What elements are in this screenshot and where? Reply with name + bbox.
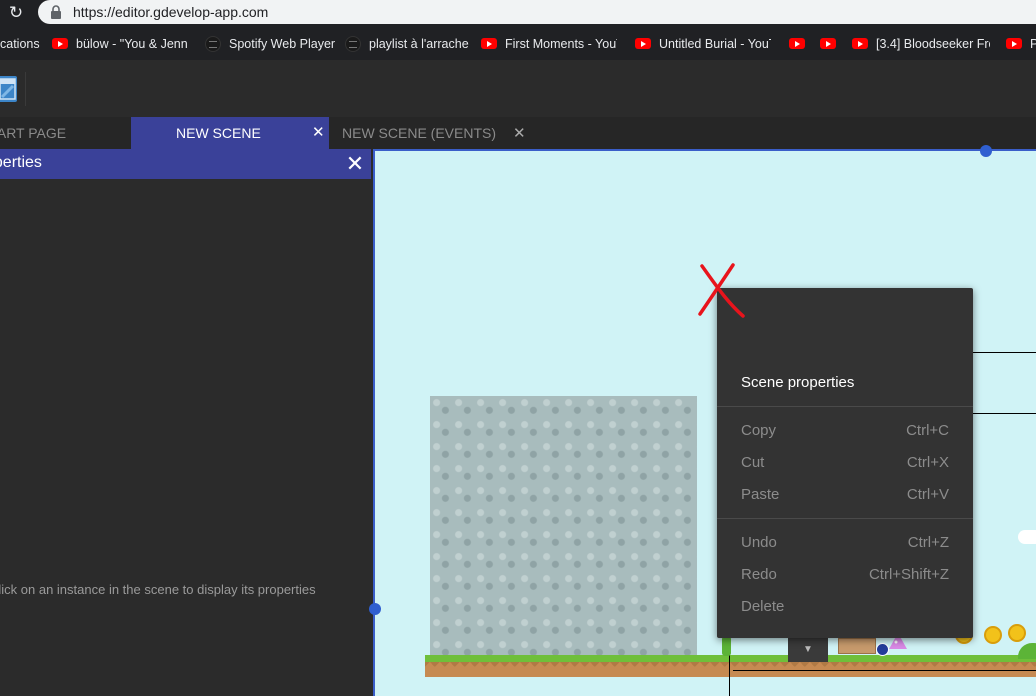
youtube-icon	[481, 38, 497, 50]
bookmark-item[interactable]: playlist à l'arrache	[345, 36, 470, 52]
properties-empty-hint: Click on an instance in the scene to dis…	[0, 582, 316, 597]
tab-start-page[interactable]: START PAGE	[0, 117, 130, 149]
bookmark-label: cations	[0, 37, 40, 51]
resize-handle[interactable]	[369, 603, 381, 615]
resize-handle[interactable]	[980, 145, 992, 157]
bookmark-item[interactable]: Spotify Web Player	[205, 36, 335, 52]
reload-icon[interactable]: ↻	[6, 3, 26, 23]
shortcut-copy: Ctrl+C	[906, 422, 949, 439]
bookmark-item[interactable]: P	[1006, 36, 1036, 52]
bookmark-item[interactable]: cations	[0, 36, 40, 52]
cactus-sprite[interactable]	[722, 636, 731, 656]
crate-sprite[interactable]	[838, 638, 876, 654]
project-manager-icon[interactable]	[0, 76, 17, 102]
menu-item-redo[interactable]: Redo	[741, 566, 777, 583]
shortcut-cut: Ctrl+X	[906, 454, 949, 471]
coin-sprite[interactable]	[984, 626, 1002, 644]
youtube-icon	[635, 38, 651, 50]
url-text: https://editor.gdevelop-app.com	[73, 4, 269, 20]
bookmark-label: P	[1030, 37, 1036, 51]
player-sprite[interactable]	[876, 643, 889, 656]
youtube-icon	[789, 38, 805, 50]
bookmark-item[interactable]: bülow - "You & Jenni	[52, 36, 188, 52]
close-icon[interactable]: ✕	[312, 117, 325, 149]
bookmark-item[interactable]: [3.4] Bloodseeker Fro	[852, 36, 990, 52]
tab-label: START PAGE	[0, 125, 67, 141]
coin-sprite[interactable]	[1008, 624, 1026, 642]
bookmark-label: playlist à l'arrache	[369, 37, 469, 51]
youtube-icon	[1006, 38, 1022, 50]
spotify-icon	[345, 36, 361, 52]
red-x-annotation-icon	[698, 263, 745, 318]
youtube-icon	[852, 38, 868, 50]
toolbar-divider	[25, 72, 26, 106]
tab-new-scene[interactable]: NEW SCENE ✕	[131, 117, 329, 149]
menu-item-copy[interactable]: Copy	[741, 422, 776, 439]
window-icon	[0, 78, 16, 100]
editor-toolbar	[0, 60, 1036, 117]
chevron-down-icon: ▼	[803, 644, 813, 655]
bookmark-item[interactable]: Untitled Burial - YouT	[635, 36, 771, 52]
menu-divider	[717, 518, 973, 519]
stone-block-sprite[interactable]	[430, 396, 697, 656]
shortcut-redo: Ctrl+Shift+Z	[868, 566, 949, 583]
tab-label: NEW SCENE	[176, 125, 261, 141]
close-icon[interactable]: ✕	[513, 118, 526, 150]
menu-item-cut[interactable]: Cut	[741, 454, 764, 471]
tab-label: NEW SCENE (EVENTS)	[342, 125, 497, 141]
menu-divider	[717, 406, 973, 407]
spotify-icon	[205, 36, 221, 52]
properties-panel-title: Properties	[0, 154, 42, 171]
youtube-icon	[52, 38, 68, 50]
menu-item-paste[interactable]: Paste	[741, 486, 779, 503]
shortcut-paste: Ctrl+V	[906, 486, 949, 503]
instance-outline	[733, 670, 1036, 671]
bookmark-label: Untitled Burial - YouT	[659, 37, 771, 51]
menu-item-scene-properties[interactable]: Scene properties	[741, 374, 854, 391]
instance-outline	[973, 413, 1036, 414]
menu-item-delete[interactable]: Delete	[741, 598, 784, 615]
bookmark-item[interactable]	[820, 36, 840, 52]
bookmark-item[interactable]	[789, 36, 809, 52]
cloud-sprite[interactable]	[1018, 530, 1036, 544]
scene-boundary-top	[375, 149, 1036, 151]
menu-item-undo[interactable]: Undo	[741, 534, 777, 551]
tab-new-scene-events[interactable]: NEW SCENE (EVENTS) ✕	[342, 117, 532, 149]
properties-panel-body	[0, 179, 371, 696]
youtube-icon	[820, 38, 836, 50]
bookmark-label: [3.4] Bloodseeker Fro	[876, 37, 990, 51]
close-icon[interactable]: ✕	[343, 152, 367, 176]
bookmark-item[interactable]: First Moments - YouT	[481, 36, 617, 52]
shortcut-undo: Ctrl+Z	[907, 534, 949, 551]
ground-pattern	[425, 662, 1036, 668]
instance-outline	[973, 352, 1036, 353]
lock-icon	[51, 5, 61, 19]
bookmark-label: Spotify Web Player	[229, 37, 335, 51]
bookmark-label: First Moments - YouT	[505, 37, 617, 51]
bookmark-label: bülow - "You & Jenni	[76, 37, 188, 51]
